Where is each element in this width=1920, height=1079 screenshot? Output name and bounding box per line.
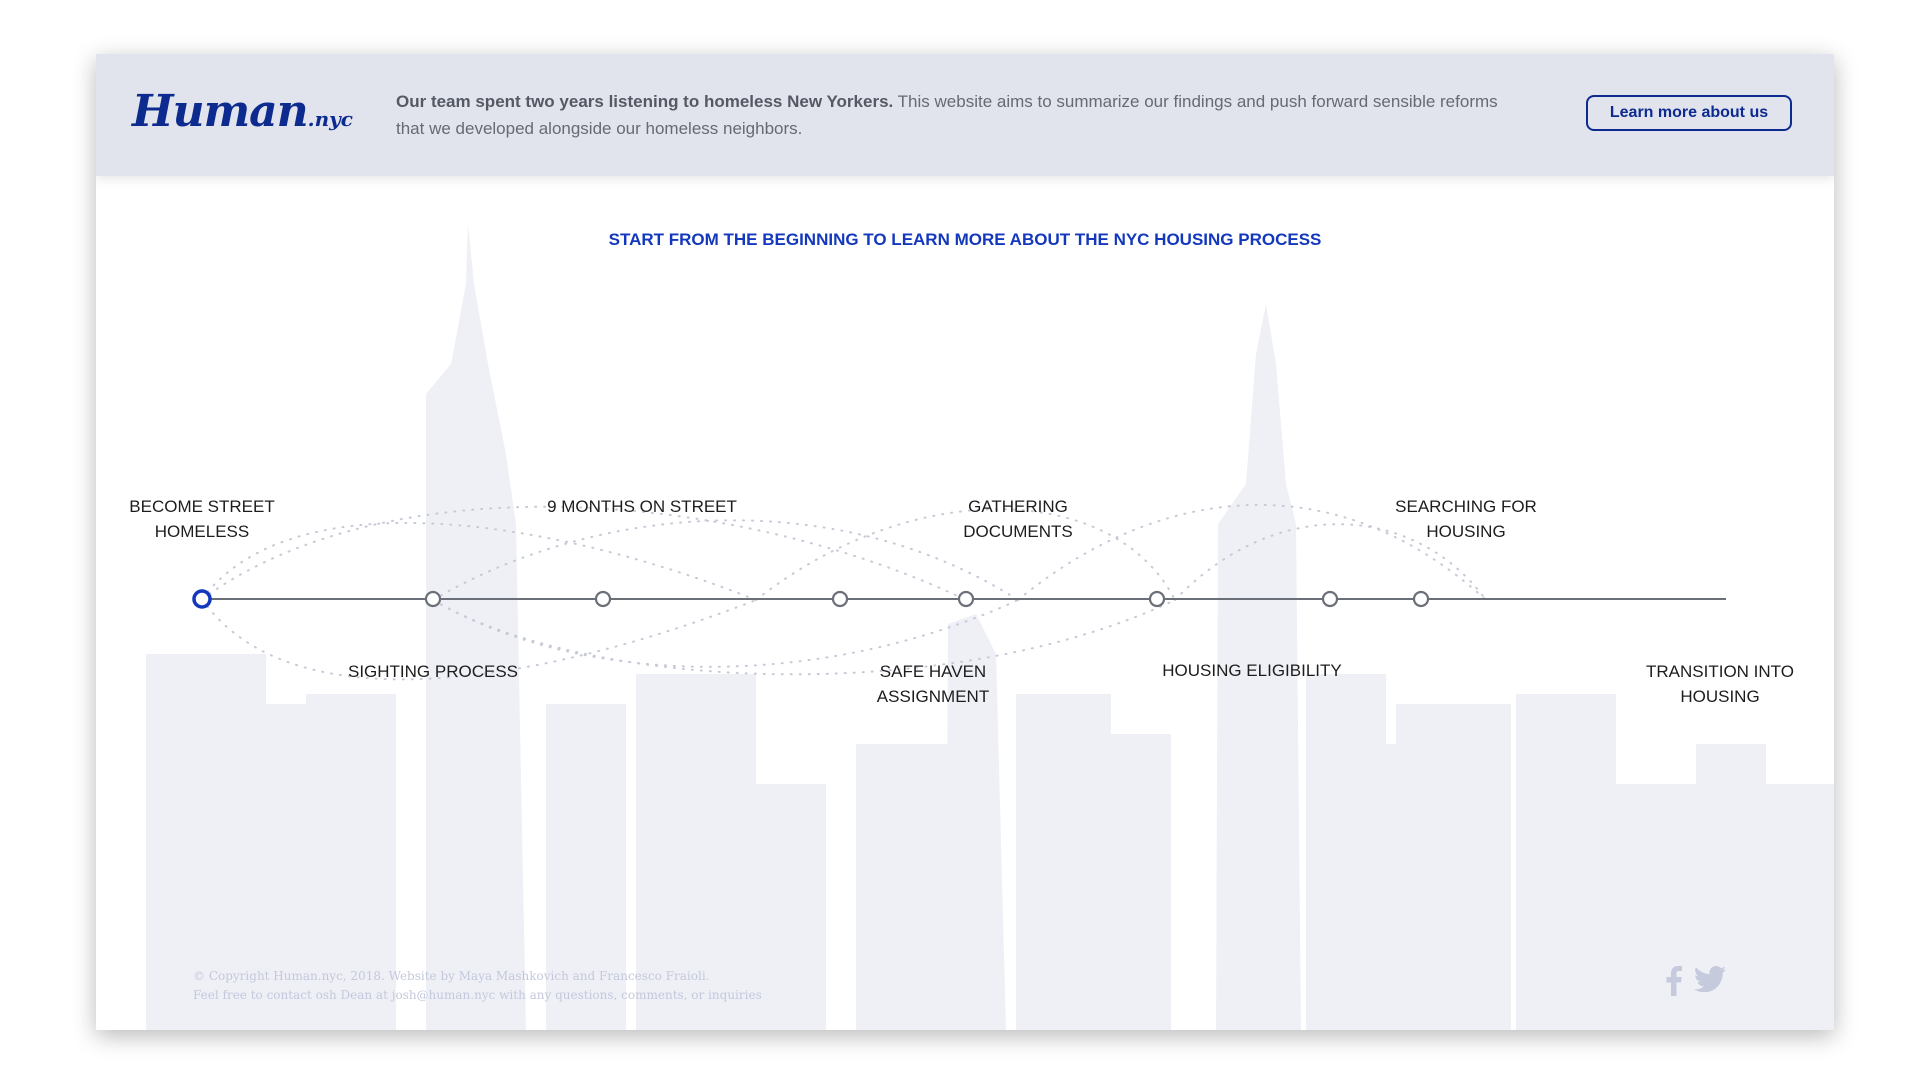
social-links	[1666, 966, 1726, 1001]
logo[interactable]: Human.nyc	[132, 82, 353, 149]
timeline-node[interactable]	[424, 590, 442, 608]
footer-contact: Feel free to contact osh Dean at josh@hu…	[193, 988, 762, 1002]
learn-more-button[interactable]: Learn more about us	[1586, 95, 1792, 131]
step-label-housing-eligibility[interactable]: HOUSING ELIGIBILITY	[1152, 658, 1352, 683]
timeline-node[interactable]	[594, 590, 612, 608]
intro-text: Our team spent two years listening to ho…	[396, 88, 1526, 142]
step-label-safe-haven-assignment[interactable]: SAFE HAVEN ASSIGNMENT	[833, 659, 1033, 709]
timeline-node[interactable]	[957, 590, 975, 608]
logo-suffix: .nyc	[307, 107, 353, 131]
timeline-node[interactable]	[192, 589, 212, 609]
site-header: Human.nyc Our team spent two years liste…	[96, 54, 1834, 176]
step-label-sighting-process[interactable]: SIGHTING PROCESS	[333, 659, 533, 684]
logo-text: Human	[132, 86, 309, 137]
footer: © Copyright Human.nyc, 2018. Website by …	[193, 967, 762, 1005]
page-frame: Human.nyc Our team spent two years liste…	[96, 54, 1834, 1030]
timeline-node[interactable]	[1412, 590, 1430, 608]
step-label-gathering-documents[interactable]: GATHERING DOCUMENTS	[918, 494, 1118, 544]
step-label-9-months-on-street[interactable]: 9 MONTHS ON STREET	[542, 494, 742, 519]
timeline-node[interactable]	[831, 590, 849, 608]
step-label-become-street-homeless[interactable]: BECOME STREET HOMELESS	[102, 494, 302, 544]
footer-copyright: © Copyright Human.nyc, 2018. Website by …	[193, 969, 710, 983]
step-label-searching-for-housing[interactable]: SEARCHING FOR HOUSING	[1366, 494, 1566, 544]
facebook-icon[interactable]	[1666, 966, 1682, 1001]
timeline-node[interactable]	[1148, 590, 1166, 608]
intro-lead: Our team spent two years listening to ho…	[396, 92, 894, 111]
timeline-node[interactable]	[1321, 590, 1339, 608]
twitter-icon[interactable]	[1694, 966, 1726, 1001]
step-label-transition-into-housing[interactable]: TRANSITION INTO HOUSING	[1620, 659, 1820, 709]
